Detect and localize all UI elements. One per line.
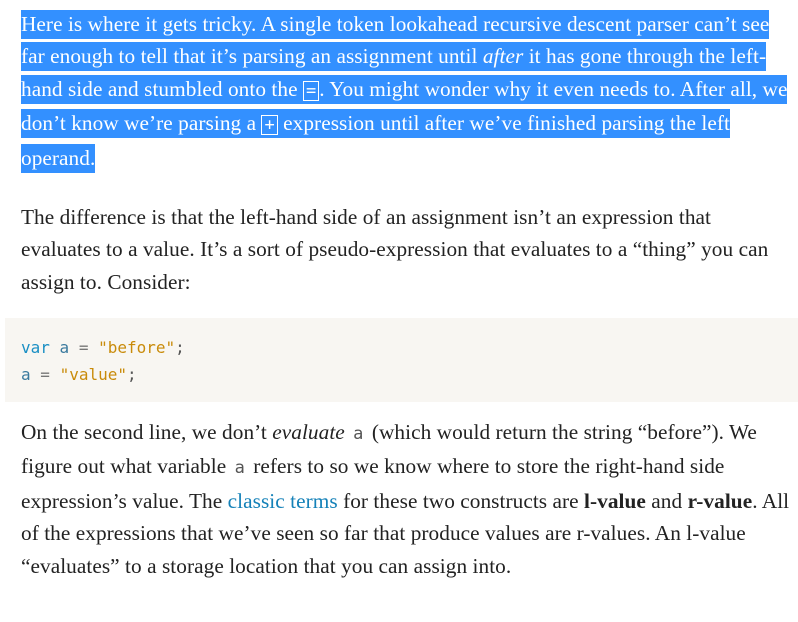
inline-code-a: a bbox=[353, 424, 364, 444]
code-keyword-var: var bbox=[21, 338, 50, 357]
para1-emphasis-after: after bbox=[482, 44, 524, 69]
code-semicolon: ; bbox=[175, 338, 185, 357]
code-operator: = bbox=[40, 365, 50, 384]
code-block: var a = "before"; a = "value"; bbox=[5, 318, 798, 402]
code-string: "value" bbox=[59, 365, 127, 384]
para3-text-4: for these two constructs are bbox=[337, 488, 585, 513]
code-identifier: a bbox=[21, 365, 31, 384]
term-l-value: l-value bbox=[584, 488, 646, 513]
code-semicolon: ; bbox=[127, 365, 137, 384]
term-r-value: r-value bbox=[687, 488, 753, 513]
code-line-2: a = "value"; bbox=[21, 361, 798, 388]
paragraph-lvalue-rvalue: On the second line, we don’t evaluate a … bbox=[21, 416, 792, 582]
text-selection-highlight[interactable]: Here is where it gets tricky. A single t… bbox=[21, 10, 788, 173]
inline-code-a: a bbox=[234, 458, 245, 479]
paragraph-lvalue-intro: The difference is that the left-hand sid… bbox=[21, 201, 792, 298]
selected-paragraph: Here is where it gets tricky. A single t… bbox=[21, 8, 792, 174]
inline-code-equals: = bbox=[302, 80, 320, 101]
inline-code-plus: + bbox=[261, 115, 278, 136]
para3-text-1: On the second line, we don’t bbox=[21, 420, 273, 444]
code-operator: = bbox=[78, 338, 89, 357]
code-identifier: a bbox=[59, 338, 70, 357]
para2-text: The difference is that the left-hand sid… bbox=[21, 205, 769, 294]
classic-terms-link[interactable]: classic terms bbox=[228, 489, 338, 513]
para3-emphasis-evaluate: evaluate bbox=[272, 420, 345, 444]
para3-text-5: and bbox=[645, 488, 688, 513]
code-string: "before" bbox=[98, 338, 176, 357]
code-line-1: var a = "before"; bbox=[21, 334, 798, 361]
